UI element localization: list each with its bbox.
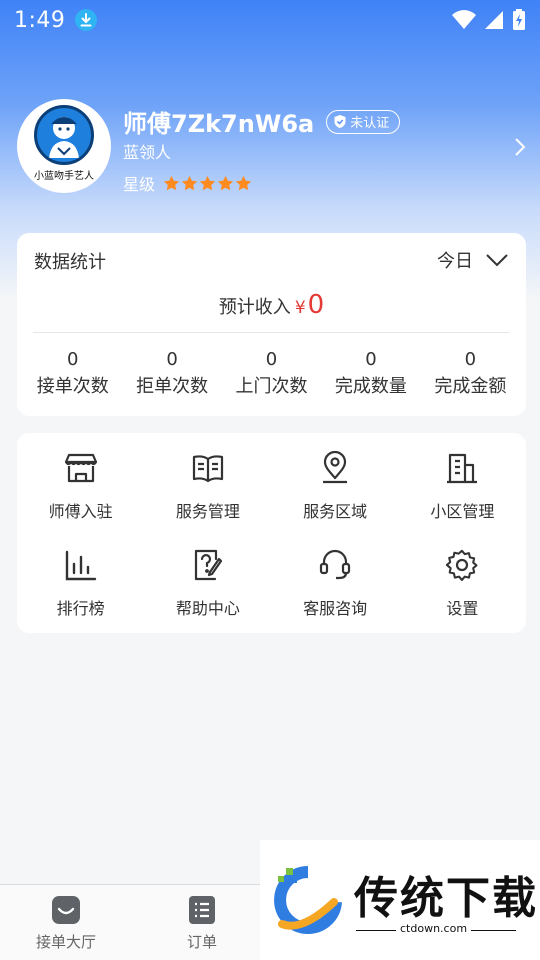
stat-label: 接单次数 [36,376,109,397]
stat-grid: 0 接单次数 0 拒单次数 0 上门次数 0 完成数量 0 完成金额 [17,347,526,401]
stats-card: 数据统计 今日 预计收入 ¥ 0 0 接单次数 0 拒单次数 0 上门次数 0 … [17,233,526,416]
menu-label: 小区管理 [430,502,495,521]
menu-label: 设置 [446,599,479,618]
tab-order-hall[interactable]: 接单大厅 [11,895,121,952]
stat-value: 0 [464,349,477,370]
stat-item[interactable]: 0 上门次数 [222,347,321,401]
chevron-right-icon[interactable] [514,137,526,157]
user-role: 蓝领人 [123,143,172,162]
stat-label: 拒单次数 [136,376,209,397]
star-icon [235,175,252,190]
menu-grid: 师傅入驻 服务管理 服务区域 小区管理 排行榜 帮助中心 客服咨询 设置 [17,451,526,619]
auth-status-badge[interactable]: 未认证 [326,109,401,134]
name-row: 师傅7Zk7nW6a 未认证 [123,104,401,139]
stat-item[interactable]: 0 完成数量 [321,347,420,401]
watermark: 传统下载 ctdown.com [260,840,540,960]
menu-item-service-management[interactable]: 服务管理 [144,451,271,522]
menu-card: 师傅入驻 服务管理 服务区域 小区管理 排行榜 帮助中心 客服咨询 设置 [17,433,526,633]
menu-label: 客服咨询 [303,599,368,618]
wifi-icon [452,10,476,29]
star-rating: 星级 [123,171,252,195]
stat-value: 0 [166,349,178,370]
tab-orders[interactable]: 订单 [147,895,257,952]
menu-item-service-area[interactable]: 服务区域 [272,451,399,522]
location-pin-icon [323,451,348,484]
shop-icon [64,453,97,483]
battery-icon [513,9,525,30]
download-icon [75,9,98,31]
stat-value: 0 [66,349,79,370]
stats-title: 数据统计 [34,252,106,273]
order-list-icon [189,896,215,924]
menu-item-settings[interactable]: 设置 [399,548,526,619]
chevron-down-icon [486,254,508,267]
menu-item-help-center[interactable]: 帮助中心 [144,548,271,619]
star-label: 星级 [123,175,156,194]
star-icon [181,175,198,190]
status-bar: 1:49 [0,0,540,40]
status-time: 1:49 [14,7,66,33]
hall-icon [52,896,80,924]
stat-value: 0 [265,349,278,370]
headset-icon [320,549,351,580]
shield-check-icon [334,115,346,128]
menu-label: 服务管理 [175,502,240,521]
star-icon [163,175,180,190]
menu-item-join[interactable]: 师傅入驻 [17,451,144,522]
period-dropdown[interactable]: 今日 [437,247,509,273]
stat-item[interactable]: 0 完成金额 [421,347,520,401]
menu-label: 排行榜 [56,599,105,618]
stat-label: 完成金额 [434,376,507,397]
avatar[interactable]: 小蓝吻手艺人 [17,99,111,193]
stat-item[interactable]: 0 接单次数 [23,347,122,401]
gear-icon [446,549,478,581]
menu-item-ranking[interactable]: 排行榜 [17,548,144,619]
avatar-caption: 小蓝吻手艺人 [34,170,94,182]
income-currency: ¥ [294,298,306,318]
income-row: 预计收入 ¥ 0 [17,290,526,320]
book-icon [192,455,223,483]
menu-item-customer-service[interactable]: 客服咨询 [272,548,399,619]
menu-label: 师傅入驻 [48,502,113,521]
income-label: 预计收入 [218,297,291,318]
stat-value: 0 [365,349,377,370]
auth-status-text: 未认证 [350,116,390,131]
stat-label: 上门次数 [235,376,308,397]
star-icons [163,175,252,192]
help-edit-icon [194,549,222,581]
status-icons [452,9,526,31]
tab-label: 接单大厅 [35,933,96,951]
user-name: 师傅7Zk7nW6a [123,110,315,138]
menu-item-community-management[interactable]: 小区管理 [399,451,526,522]
tab-label: 订单 [186,933,217,951]
period-value: 今日 [437,251,473,272]
stat-item[interactable]: 0 拒单次数 [122,347,221,401]
menu-label: 服务区域 [303,502,368,521]
bar-chart-icon [65,550,96,581]
watermark-brand: 传统下载 [354,873,538,924]
stat-label: 完成数量 [334,376,407,397]
menu-label: 帮助中心 [175,599,240,618]
star-icon [199,175,216,190]
watermark-url: ctdown.com [396,922,472,935]
star-icon [217,175,234,190]
divider [33,332,510,333]
signal-icon [485,11,503,29]
building-icon [447,453,478,484]
watermark-logo [274,866,342,934]
income-value: 0 [307,290,325,320]
avatar-logo [34,104,94,165]
